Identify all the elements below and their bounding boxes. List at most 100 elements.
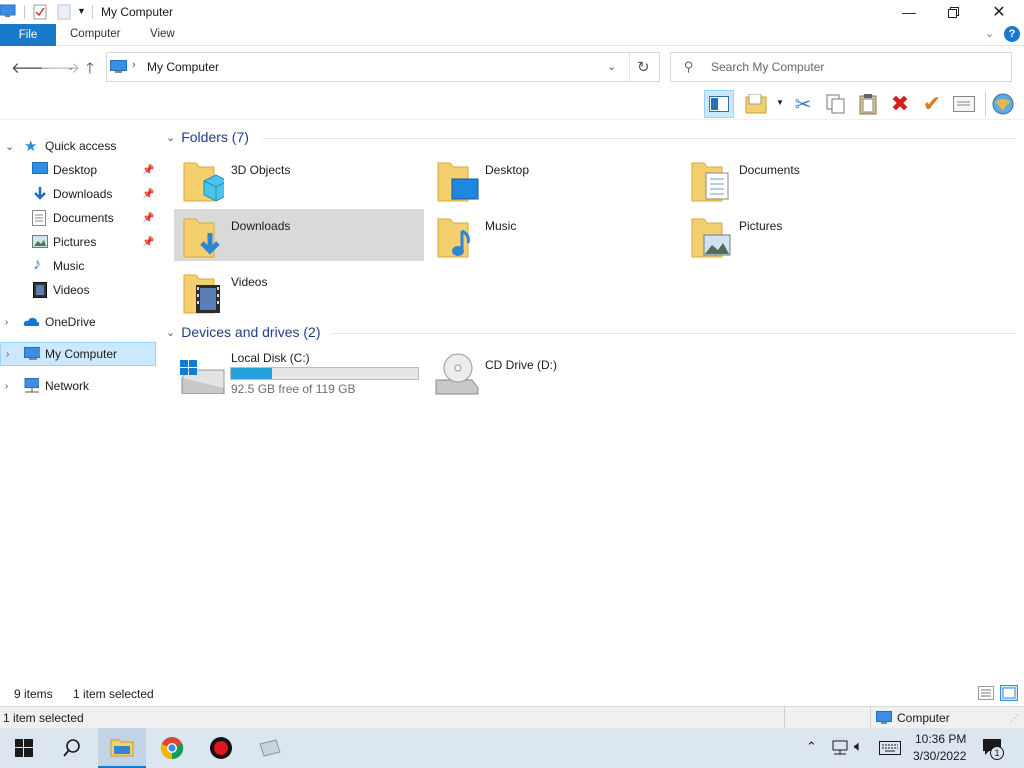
delete-icon: ✖	[890, 91, 910, 116]
cut-icon: ✂	[794, 93, 812, 116]
help-icon[interactable]: ?	[1004, 26, 1020, 42]
chevron-down-icon[interactable]: ⌄	[5, 140, 14, 153]
pin-icon[interactable]: 📌	[142, 189, 154, 200]
quick-access-dropdown-icon[interactable]: ▼	[77, 6, 86, 16]
drive-tile-d[interactable]: CD Drive (D:)	[428, 348, 678, 400]
taskbar-file-explorer[interactable]	[98, 728, 146, 768]
breadcrumb[interactable]: My Computer	[147, 60, 219, 74]
expand-ribbon-icon[interactable]: ⌄	[985, 27, 994, 40]
taskbar-chrome[interactable]	[148, 728, 196, 768]
separator	[24, 5, 25, 19]
drive-free-space: 92.5 GB free of 119 GB	[231, 382, 356, 396]
chevron-right-icon[interactable]: ›	[6, 349, 9, 360]
rename-button[interactable]: ✔	[920, 91, 944, 116]
nav-item-documents[interactable]: Documents 📌	[0, 206, 156, 230]
group-header-drives[interactable]: ⌄ Devices and drives (2)	[166, 324, 321, 340]
folder-tile-selected[interactable]: Downloads	[174, 209, 424, 261]
refresh-icon[interactable]: ↻	[637, 58, 650, 76]
computer-icon	[24, 347, 40, 360]
action-center-button[interactable]: 1	[982, 738, 1008, 760]
nav-item-onedrive[interactable]: › OneDrive	[0, 310, 156, 334]
paste-button[interactable]	[856, 92, 880, 116]
chevron-right-icon[interactable]: ›	[5, 317, 8, 328]
folder-tile[interactable]: Music	[428, 209, 678, 261]
taskbar-app[interactable]	[246, 728, 294, 768]
drive-label: CD Drive (D:)	[485, 358, 557, 372]
drive-tile-c[interactable]: Local Disk (C:) 92.5 GB free of 119 GB	[174, 348, 424, 400]
downloads-icon	[34, 187, 46, 200]
search-icon	[63, 739, 80, 757]
separator	[629, 53, 630, 81]
properties-button[interactable]	[744, 92, 768, 116]
group-title: Devices and drives (2)	[181, 324, 321, 340]
network-icon	[24, 378, 39, 393]
nav-item-music[interactable]: ♪ Music	[0, 254, 156, 278]
network-status-icon[interactable]	[830, 740, 848, 756]
large-icons-view-icon[interactable]	[1000, 685, 1018, 704]
nav-item-my-computer[interactable]: › My Computer	[0, 342, 156, 366]
preview-pane-button[interactable]	[704, 90, 734, 118]
separator	[985, 92, 986, 116]
up-button[interactable]: 🡑	[86, 58, 94, 83]
title-bar: ▼ My Computer — ✕	[0, 0, 1024, 24]
resize-grip-icon[interactable]: ⋰	[1010, 713, 1019, 724]
nav-item-videos[interactable]: Videos	[0, 278, 156, 302]
copy-button[interactable]	[824, 92, 848, 116]
nav-item-quick-access[interactable]: ⌄ ★ Quick access	[0, 134, 156, 158]
cut-button[interactable]: ✂	[791, 92, 815, 116]
nav-item-desktop[interactable]: Desktop 📌	[0, 158, 156, 182]
windows-logo-icon	[15, 739, 33, 757]
nav-label: My Computer	[45, 347, 118, 361]
folder-tile[interactable]: Documents	[682, 153, 932, 205]
pin-icon[interactable]: 📌	[142, 237, 154, 248]
nav-item-downloads[interactable]: Downloads 📌	[0, 182, 156, 206]
close-button[interactable]: ✕	[976, 0, 1022, 24]
address-bar[interactable]: › My Computer ⌄ ↻	[106, 52, 660, 82]
pin-icon[interactable]: 📌	[142, 213, 154, 224]
folder-label: Videos	[231, 275, 268, 289]
clock-time[interactable]: 10:36 PM	[915, 732, 966, 746]
delete-button[interactable]: ✖	[888, 91, 912, 116]
chevron-right-icon[interactable]: ›	[5, 381, 8, 392]
nav-item-pictures[interactable]: Pictures 📌	[0, 230, 156, 254]
search-input[interactable]: Search My Computer	[711, 60, 824, 74]
folder-tile[interactable]: Videos	[174, 265, 424, 317]
new-folder-icon[interactable]	[57, 4, 71, 23]
minimize-button[interactable]: —	[886, 0, 932, 24]
group-divider	[332, 333, 1016, 334]
preview-pane-icon	[709, 96, 729, 112]
tab-computer[interactable]: Computer	[70, 28, 121, 40]
search-button[interactable]	[48, 728, 96, 768]
group-header-folders[interactable]: ⌄ Folders (7)	[166, 129, 249, 145]
recent-locations-icon[interactable]: ⌄	[67, 62, 75, 73]
address-dropdown-icon[interactable]: ⌄	[607, 60, 616, 73]
search-box[interactable]: ⚲ Search My Computer	[670, 52, 1012, 82]
properties-icon[interactable]	[33, 4, 47, 23]
nav-label: Quick access	[45, 139, 117, 153]
pin-icon[interactable]: 📌	[142, 165, 154, 176]
clock-date[interactable]: 3/30/2022	[913, 749, 966, 763]
tab-file[interactable]: File	[0, 24, 56, 46]
file-explorer-icon	[110, 739, 134, 757]
nav-label: Documents	[53, 211, 114, 225]
folder-tile[interactable]: 3D Objects	[174, 153, 424, 205]
computer-icon	[110, 59, 128, 78]
tab-view[interactable]: View	[150, 28, 175, 40]
folder-tile[interactable]: Desktop	[428, 153, 678, 205]
start-button[interactable]	[0, 728, 48, 768]
chevron-down-icon: ⌄	[166, 326, 176, 339]
show-hidden-icons-icon[interactable]: ⌃	[806, 739, 817, 755]
record-icon	[210, 737, 232, 759]
nav-item-network[interactable]: › Network	[0, 374, 156, 398]
email-button[interactable]	[952, 92, 976, 116]
keyboard-icon[interactable]	[879, 741, 901, 755]
details-view-icon[interactable]	[978, 686, 994, 703]
item-count: 9 items	[14, 687, 53, 701]
network-globe-button[interactable]	[991, 92, 1015, 116]
taskbar-recorder[interactable]	[197, 728, 245, 768]
restore-button[interactable]	[930, 0, 976, 24]
dropdown-icon[interactable]: ▼	[776, 98, 784, 107]
folder-tile[interactable]: Pictures	[682, 209, 932, 261]
volume-icon[interactable]: 🔈︎	[854, 738, 863, 755]
computer-icon[interactable]	[0, 4, 16, 21]
